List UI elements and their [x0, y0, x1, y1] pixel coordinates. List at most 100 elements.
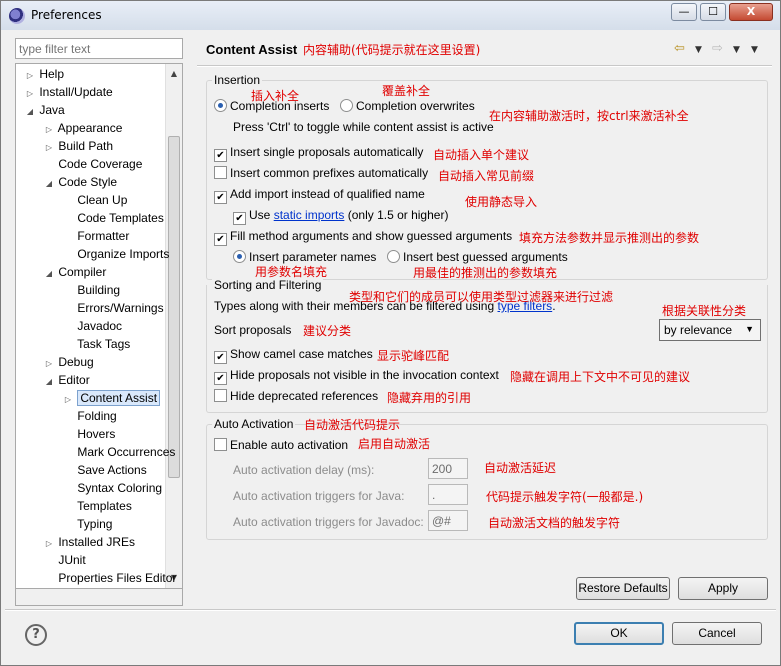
checkbox-icon: ✔: [233, 212, 246, 225]
hide-deprecated-checkbox[interactable]: Hide deprecated references: [214, 388, 378, 404]
static-imports-checkbox[interactable]: ✔ Use static imports (only 1.5 or higher): [233, 207, 448, 225]
static-imports-link[interactable]: static imports: [274, 208, 345, 222]
tree-horizontal-scrollbar[interactable]: [15, 589, 183, 606]
tree-item[interactable]: Code Templates: [62, 209, 164, 227]
tree-item-label: Debug: [58, 355, 94, 369]
tree-item[interactable]: Hovers: [62, 425, 115, 443]
tree-item-label: Templates: [77, 499, 132, 513]
insert-common-checkbox[interactable]: Insert common prefixes automatically: [214, 165, 428, 181]
checkbox-icon: ✔: [214, 191, 227, 204]
tree-item[interactable]: Errors/Warnings: [62, 299, 164, 317]
tree-item[interactable]: ◢ Compiler: [43, 263, 106, 281]
minimize-button[interactable]: —: [671, 3, 697, 21]
forward-menu-icon[interactable]: ▼: [733, 45, 740, 55]
checkbox-icon: [214, 166, 227, 179]
tree-item-label: JUnit: [58, 553, 86, 567]
annotation-auto-activation: 自动激活代码提示: [304, 418, 401, 432]
annotation-java-trigger: 代码提示触发字符(一般都是.): [486, 490, 644, 504]
tree-item[interactable]: JUnit: [43, 551, 86, 569]
tree-item[interactable]: Properties Files Editor: [43, 569, 176, 587]
tree-item[interactable]: Typing: [62, 515, 112, 533]
collapse-icon[interactable]: ◢: [43, 175, 55, 193]
restore-defaults-button[interactable]: Restore Defaults: [576, 577, 670, 600]
apply-button[interactable]: Apply: [678, 577, 768, 600]
cancel-button[interactable]: Cancel: [672, 622, 762, 645]
annotation-best-guessed: 用最佳的推测出的参数填充: [413, 266, 558, 280]
tree-vertical-scrollbar[interactable]: ▲ ▼: [165, 64, 182, 588]
tree-item[interactable]: ▷ Help: [24, 65, 64, 83]
filter-input[interactable]: [15, 38, 183, 59]
add-import-checkbox[interactable]: ✔ Add import instead of qualified name: [214, 186, 425, 204]
annotation-type-filter: 类型和它们的成员可以使用类型过滤器来进行过滤: [349, 290, 614, 304]
tree-item[interactable]: ▷ Debug: [43, 353, 94, 371]
tree-item[interactable]: Building: [62, 281, 120, 299]
tree-item-label: Content Assist: [77, 390, 161, 406]
tree-item[interactable]: ◢ Java: [24, 101, 65, 119]
collapse-icon[interactable]: ◢: [43, 265, 55, 283]
insertion-legend: Insertion: [212, 73, 263, 87]
page-title: Content Assist: [206, 42, 298, 57]
tree-item[interactable]: ▷ Appearance: [43, 119, 122, 137]
tree-item-label: Hovers: [77, 427, 116, 441]
view-menu-icon[interactable]: ▼: [751, 45, 758, 55]
tree-item[interactable]: Javadoc: [62, 317, 122, 335]
tree-item[interactable]: Save Actions: [62, 461, 146, 479]
camel-case-checkbox[interactable]: ✔ Show camel case matches: [214, 346, 373, 364]
tree-item-label: Properties Files Editor: [58, 571, 177, 585]
tree-item[interactable]: ▷ Build Path: [43, 137, 113, 155]
annotation-hide-deprecated: 隐藏弃用的引用: [387, 391, 472, 405]
checkbox-icon: ✔: [214, 372, 227, 385]
collapse-icon[interactable]: ◢: [43, 373, 55, 391]
tree-item-label: Mark Occurrences: [77, 445, 176, 459]
tree-item[interactable]: Syntax Coloring: [62, 479, 162, 497]
eclipse-icon: [9, 8, 25, 24]
radio-icon: [214, 99, 227, 112]
scroll-up-icon[interactable]: ▲: [166, 66, 182, 82]
tree-item[interactable]: Templates: [62, 497, 132, 515]
back-arrow-icon[interactable]: ⇦: [674, 41, 685, 56]
tree-item[interactable]: ▷ Install/Update: [24, 83, 113, 101]
tree-item[interactable]: Folding: [62, 407, 116, 425]
tree-item[interactable]: Organize Imports: [62, 245, 169, 263]
java-trigger-label: Auto activation triggers for Java:: [233, 489, 405, 503]
auto-activation-legend: Auto Activation: [212, 417, 296, 431]
forward-arrow-icon[interactable]: ⇨: [712, 41, 723, 56]
ok-button[interactable]: OK: [574, 622, 664, 645]
tree-item[interactable]: ◢ Code Style: [43, 173, 117, 191]
insert-single-checkbox[interactable]: ✔ Insert single proposals automatically: [214, 144, 423, 162]
window-title: Preferences: [31, 8, 102, 22]
radio-icon: [387, 250, 400, 263]
fill-arguments-checkbox[interactable]: ✔ Fill method arguments and show guessed …: [214, 228, 512, 246]
radio-icon: [340, 99, 353, 112]
java-trigger-input[interactable]: [428, 484, 468, 505]
hide-not-visible-checkbox[interactable]: ✔ Hide proposals not visible in the invoc…: [214, 367, 499, 385]
annotation-insert-common: 自动插入常见前缀: [438, 169, 535, 183]
maximize-button[interactable]: ☐: [700, 3, 726, 21]
tree-item[interactable]: Clean Up: [62, 191, 127, 209]
enable-auto-activation-checkbox[interactable]: Enable auto activation: [214, 437, 348, 453]
tree-item[interactable]: ▷ Content Assist: [62, 389, 161, 407]
sort-proposals-select[interactable]: by relevance ▼: [659, 319, 761, 341]
tree-item[interactable]: ◢ Editor: [43, 371, 90, 389]
tree-item[interactable]: Formatter: [62, 227, 129, 245]
back-menu-icon[interactable]: ▼: [695, 45, 702, 55]
scroll-thumb[interactable]: [168, 136, 180, 478]
javadoc-trigger-input[interactable]: [428, 510, 468, 531]
annotation-fill-args: 填充方法参数并显示推测出的参数: [519, 231, 700, 245]
tree-item-label: Building: [77, 283, 121, 297]
annotation-param-names: 用参数名填充: [255, 265, 328, 279]
insert-best-guessed-radio[interactable]: Insert best guessed arguments: [387, 249, 568, 265]
tree-item[interactable]: Code Coverage: [43, 155, 142, 173]
tree-item[interactable]: Mark Occurrences: [62, 443, 175, 461]
tree-item-label: Editor: [58, 373, 90, 387]
tree-item-label: Errors/Warnings: [77, 301, 164, 315]
completion-overwrites-radio[interactable]: Completion overwrites: [340, 98, 475, 114]
delay-input[interactable]: [428, 458, 468, 479]
tree-item[interactable]: ▷ Installed JREs: [43, 533, 135, 551]
tree-item[interactable]: Task Tags: [62, 335, 130, 353]
annotation-hide-invisible: 隐藏在调用上下文中不可见的建议: [510, 370, 691, 384]
help-icon[interactable]: ?: [25, 624, 47, 646]
annotation-insert-completion: 插入补全: [251, 89, 300, 103]
collapse-icon[interactable]: ◢: [24, 103, 36, 121]
close-button[interactable]: X: [729, 3, 773, 21]
